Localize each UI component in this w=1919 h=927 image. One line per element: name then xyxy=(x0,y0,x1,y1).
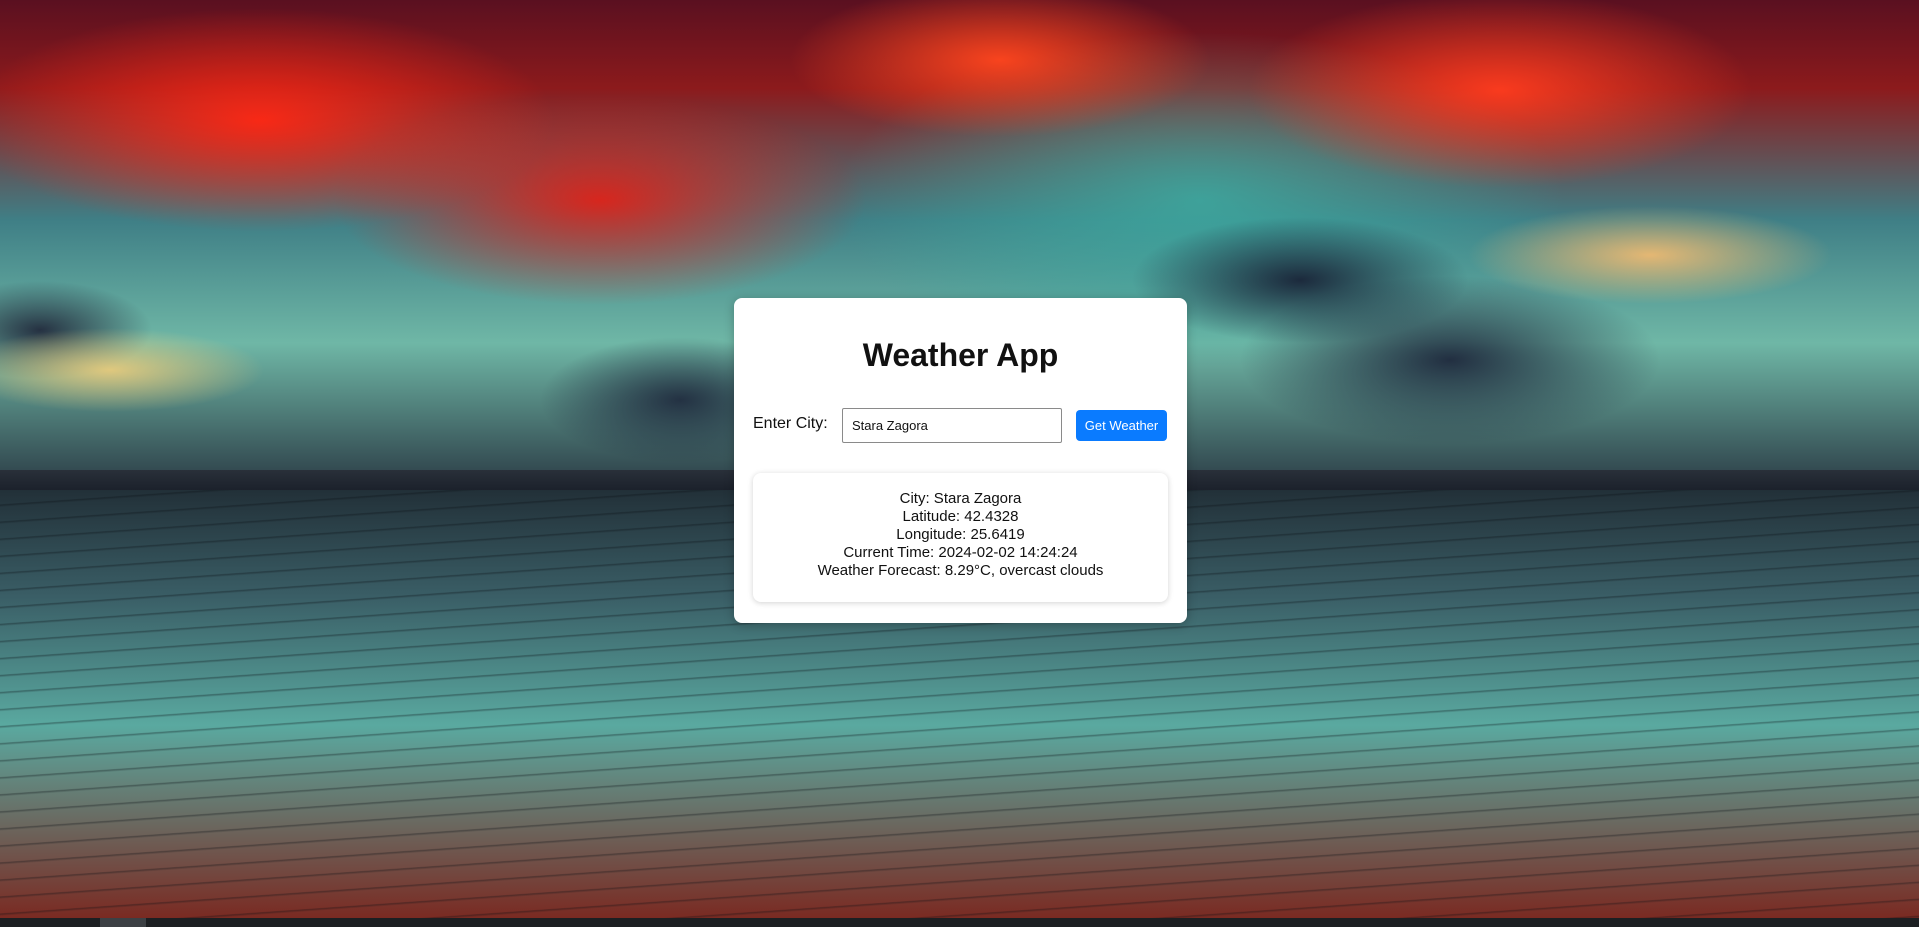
weather-card: Weather App Enter City: Get Weather City… xyxy=(734,298,1187,623)
result-city: City: Stara Zagora xyxy=(899,490,1022,507)
weather-result-panel: City: Stara Zagora Latitude: 42.4328 Lon… xyxy=(753,473,1168,602)
city-label: Enter City: xyxy=(753,415,828,432)
taskbar-item[interactable] xyxy=(100,918,146,927)
result-longitude: Longitude: 25.6419 xyxy=(896,526,1025,543)
result-current-time: Current Time: 2024-02-02 14:24:24 xyxy=(843,544,1078,561)
page-title: Weather App xyxy=(862,337,1059,373)
result-forecast: Weather Forecast: 8.29°C, overcast cloud… xyxy=(817,562,1104,579)
result-latitude: Latitude: 42.4328 xyxy=(902,508,1019,525)
get-weather-button[interactable]: Get Weather xyxy=(1076,410,1167,441)
city-input[interactable] xyxy=(842,408,1062,443)
taskbar xyxy=(0,918,1919,927)
